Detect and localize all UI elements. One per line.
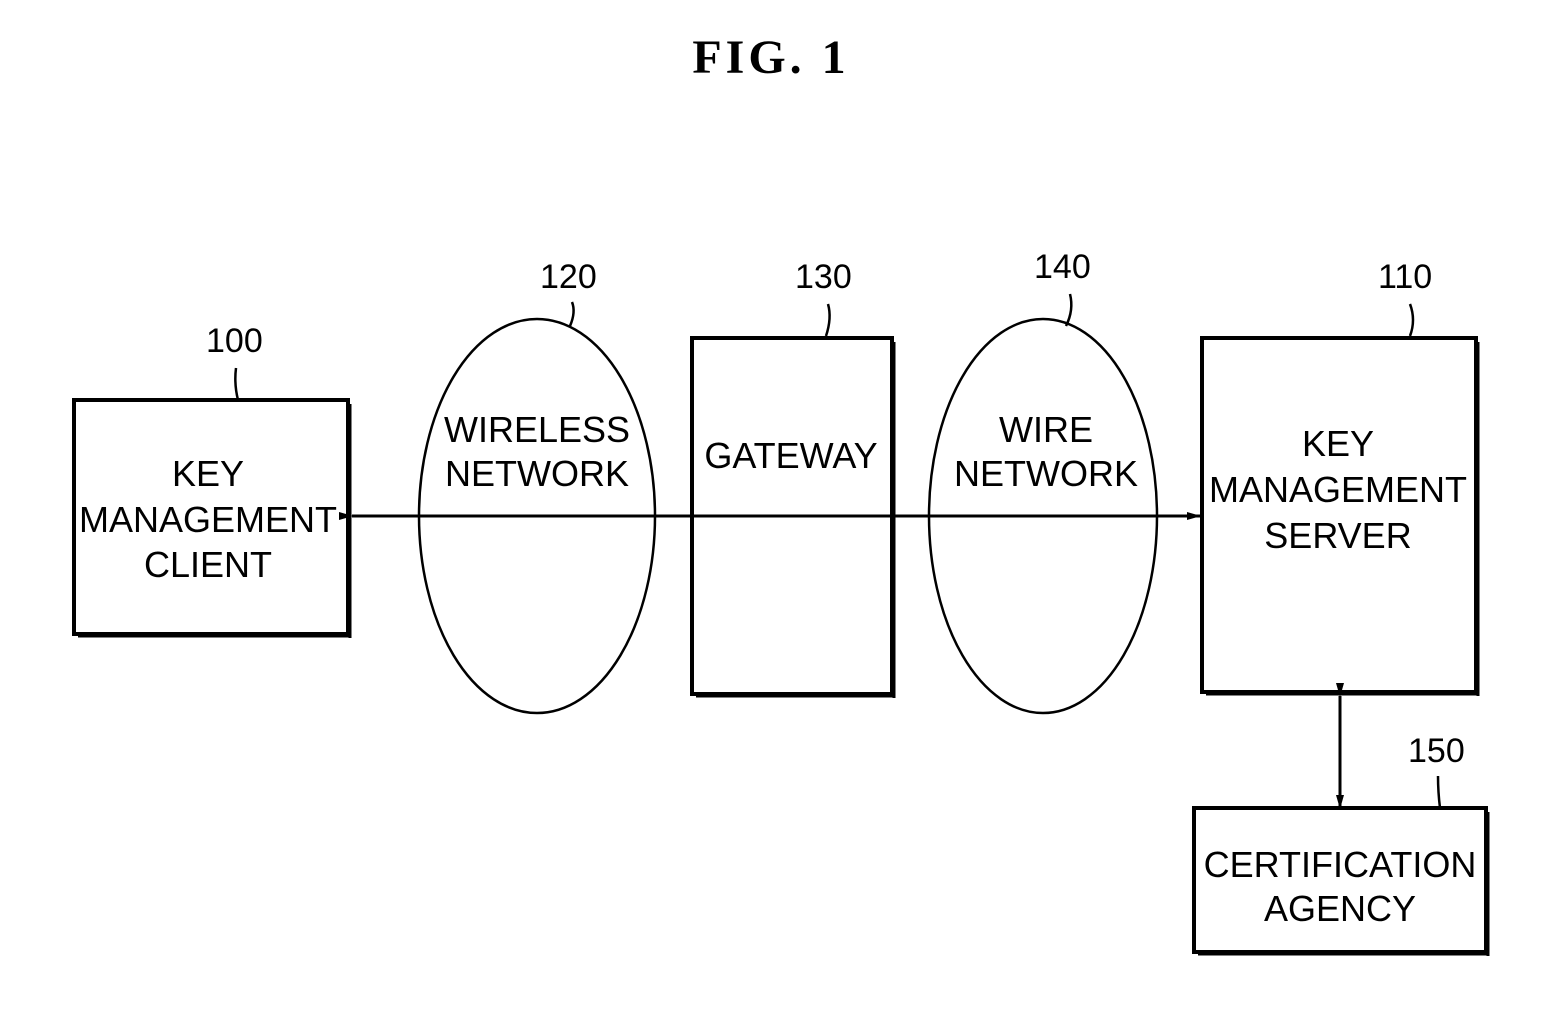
node-label-line: SERVER <box>1264 515 1411 556</box>
ref-leader-100 <box>234 367 240 401</box>
diagram-canvas: KEY MANAGEMENT CLIENT 100 WIRELESS NETWO… <box>72 248 1490 956</box>
ref-leader-130 <box>824 303 831 337</box>
node-label-line: MANAGEMENT <box>1209 469 1467 510</box>
node-label-line: MANAGEMENT <box>79 499 337 540</box>
node-label-line: GATEWAY <box>704 435 877 476</box>
node-label-line: WIRE <box>999 409 1093 450</box>
ref-number-130: 130 <box>795 258 852 296</box>
ref-leader-110 <box>1408 303 1415 337</box>
node-label-line: NETWORK <box>445 453 629 494</box>
node-key-management-server: KEY MANAGEMENT SERVER <box>1200 336 1480 696</box>
ref-number-120: 120 <box>540 258 597 296</box>
node-label-line: KEY <box>1302 423 1374 464</box>
ref-leader-140 <box>1064 293 1073 327</box>
node-gateway: GATEWAY <box>690 336 896 698</box>
node-label-line: CLIENT <box>144 544 272 585</box>
ref-leader-150 <box>1436 775 1442 809</box>
ref-number-110: 110 <box>1378 258 1432 296</box>
node-label-line: WIRELESS <box>444 409 630 450</box>
node-label-line: NETWORK <box>954 453 1138 494</box>
node-label-line: CERTIFICATION <box>1204 844 1477 885</box>
node-label-line: AGENCY <box>1264 888 1416 929</box>
node-certification-agency: CERTIFICATION AGENCY <box>1192 806 1490 956</box>
ref-number-140: 140 <box>1034 248 1091 286</box>
node-key-management-client: KEY MANAGEMENT CLIENT <box>72 398 352 638</box>
ref-number-150: 150 <box>1408 732 1465 770</box>
ref-leader-120 <box>568 301 575 327</box>
ref-number-100: 100 <box>206 322 263 360</box>
node-label-line: KEY <box>172 453 244 494</box>
